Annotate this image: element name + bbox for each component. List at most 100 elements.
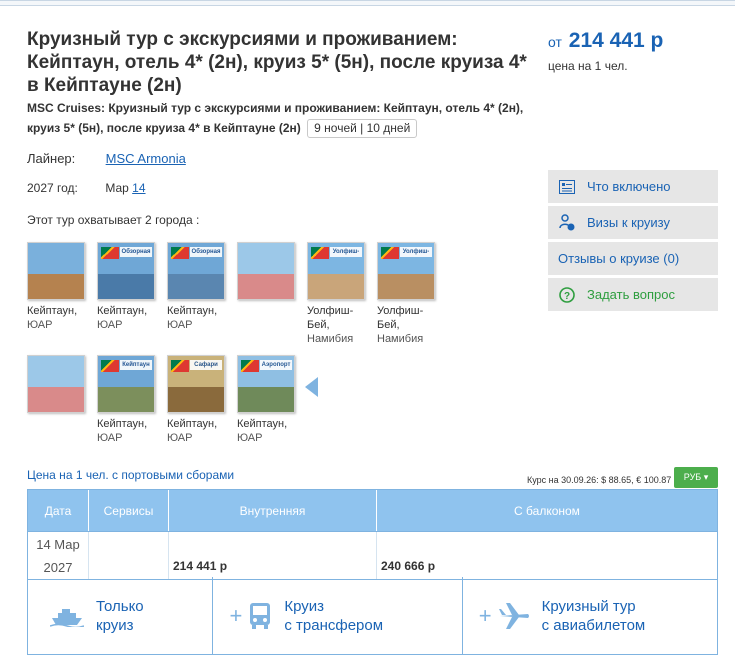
- row-balcony-price[interactable]: 240 666 р: [377, 532, 717, 579]
- gallery-thumbnail[interactable]: Обзорная экск.: [167, 242, 225, 300]
- month-label: Мар: [105, 181, 129, 195]
- currency-select[interactable]: РУБ ▾: [674, 467, 718, 488]
- cruise-visas-button[interactable]: Визы к круизу: [548, 206, 718, 239]
- ship-icon: [50, 608, 84, 627]
- gallery-item[interactable]: Сафари Кейптаун, ЮАР: [167, 355, 233, 445]
- tour-subtitle: MSC Cruises: Круизный тур с экскурсиями …: [27, 98, 527, 138]
- whats-included-label: Что включено: [587, 179, 671, 194]
- thumbnail-ground: [98, 273, 154, 299]
- cruise-only-line2: круиз: [96, 616, 134, 634]
- caption-city: Кейптаун,: [27, 305, 78, 317]
- year-label: 2027 год:: [27, 181, 78, 195]
- liner-row: Лайнер: MSC Armonia: [27, 151, 186, 166]
- caption-country: ЮАР: [167, 432, 193, 444]
- gallery-thumbnail[interactable]: Обзорная экск.: [97, 242, 155, 300]
- booking-options: Только круиз + Круиз с трансфером + Круи…: [27, 577, 718, 655]
- thumbnail-ground: [308, 273, 364, 299]
- gallery-thumbnail[interactable]: Уолфиш-Бей: [307, 242, 365, 300]
- thumbnail-sky: [28, 243, 84, 274]
- exchange-rate-note: Курс на 30.09.26: $ 88.65, € 100.87: [527, 475, 672, 485]
- top-border: [0, 0, 735, 6]
- thumbnail-sky: [238, 243, 294, 274]
- list-icon: [558, 178, 576, 196]
- cruise-transfer-line1: Круиз: [284, 597, 325, 615]
- subtitle-text: MSC Cruises: Круизный тур с экскурсиями …: [27, 101, 524, 135]
- bus-icon: [250, 602, 271, 629]
- cruise-visas-label: Визы к круизу: [587, 215, 670, 230]
- caption-city: Уолфиш-Бей,: [377, 305, 424, 331]
- flag-icon: [171, 247, 189, 259]
- cruise-only-option[interactable]: Только круиз: [28, 577, 214, 654]
- visa-icon: [558, 213, 576, 232]
- gallery-caption: Кейптаун, ЮАР: [167, 417, 233, 445]
- thumbnail-banner: Аэропорт: [260, 360, 292, 370]
- row-date-day: 14 Мар: [36, 536, 80, 552]
- price-line: от 214 441 р: [548, 29, 663, 53]
- price-port-fees-note: Цена на 1 чел. с портовыми сборами: [27, 468, 235, 482]
- gallery-caption: Кейптаун, ЮАР: [237, 417, 303, 445]
- cruise-only-line1: Только: [96, 597, 144, 615]
- thumbnail-ground: [238, 386, 294, 412]
- day-link[interactable]: 14: [132, 181, 145, 195]
- thumbnail-banner: Обзорная экск.: [120, 247, 152, 257]
- cruise-transfer-text: Круиз с трансфером: [284, 597, 383, 635]
- cruise-transfer-option[interactable]: + Круиз с трансфером: [213, 577, 463, 654]
- gallery-item[interactable]: Обзорная экск. Кейптаун, ЮАР: [167, 242, 233, 332]
- thumbnail-ground: [168, 273, 224, 299]
- thumbnail-ground: [378, 273, 434, 299]
- gallery-thumbnail[interactable]: Кейптаун: [97, 355, 155, 413]
- row-date-year: 2027: [43, 559, 73, 575]
- gallery-thumbnail[interactable]: Сафари: [167, 355, 225, 413]
- gallery-thumbnail[interactable]: [237, 242, 295, 300]
- price-block: от 214 441 р цена на 1 чел.: [548, 29, 663, 73]
- gallery-item[interactable]: Кейптаун Кейптаун, ЮАР: [97, 355, 163, 445]
- thumbnail-ground: [28, 273, 84, 299]
- flag-icon: [311, 247, 329, 259]
- gallery-thumbnail[interactable]: Уолфиш-Бей: [377, 242, 435, 300]
- side-buttons: Что включено Визы к круизу Отзывы о круи…: [548, 170, 718, 314]
- caption-country: Намибия: [307, 333, 354, 345]
- cruise-reviews-button[interactable]: Отзывы о круизе (0): [548, 242, 718, 275]
- thumbnail-banner: Уолфиш-Бей: [400, 247, 432, 257]
- gallery-item[interactable]: Уолфиш-Бей Уолфиш-Бей, Намибия: [307, 242, 373, 346]
- row-date: 14 Мар 2027: [28, 532, 89, 579]
- caption-city: Кейптаун,: [97, 305, 148, 317]
- flag-icon: [241, 360, 259, 372]
- gallery-item[interactable]: Уолфиш-Бей Уолфиш-Бей, Намибия: [377, 242, 443, 346]
- caption-city: Кейптаун,: [97, 418, 148, 430]
- date-row: 2027 год: Мар 14: [27, 181, 146, 195]
- gallery-thumbnail[interactable]: [27, 355, 85, 413]
- gallery-caption: Кейптаун, ЮАР: [97, 417, 163, 445]
- caption-country: ЮАР: [27, 319, 53, 331]
- plus-icon: +: [478, 603, 492, 628]
- liner-link[interactable]: MSC Armonia: [106, 151, 186, 166]
- caption-city: Уолфиш-Бей,: [307, 305, 354, 331]
- row-inner-price[interactable]: 214 441 р: [169, 532, 377, 579]
- cruise-flight-option[interactable]: + Круизный тур с авиабилетом: [463, 577, 717, 654]
- gallery-item[interactable]: Обзорная экск. Кейптаун, ЮАР: [97, 242, 163, 332]
- thumbnail-banner: Кейптаун: [120, 360, 152, 370]
- whats-included-button[interactable]: Что включено: [548, 170, 718, 203]
- gallery-prev-arrow-icon[interactable]: [305, 377, 318, 397]
- thumbnail-ground: [168, 386, 224, 412]
- thumbnail-banner: Сафари: [190, 360, 222, 370]
- thumbnail-banner: Уолфиш-Бей: [330, 247, 362, 257]
- gallery-item[interactable]: [237, 242, 303, 304]
- ask-question-button[interactable]: ? Задать вопрос: [548, 278, 718, 311]
- price-per-person-note: цена на 1 чел.: [548, 59, 628, 73]
- gallery-thumbnail[interactable]: [27, 242, 85, 300]
- header-date: Дата: [28, 490, 89, 531]
- row-services: [89, 532, 169, 579]
- price-amount: 214 441 р: [568, 29, 664, 52]
- cruise-flight-text: Круизный тур с авиабилетом: [542, 597, 646, 635]
- gallery-item[interactable]: [27, 355, 93, 417]
- gallery-item[interactable]: Кейптаун, ЮАР: [27, 242, 93, 332]
- gallery-caption: Кейптаун, ЮАР: [97, 304, 163, 332]
- thumbnail-sky: [28, 356, 84, 387]
- table-header: Дата Сервисы Внутренняя С балконом: [28, 490, 717, 531]
- gallery-thumbnail[interactable]: Аэропорт: [237, 355, 295, 413]
- liner-label: Лайнер:: [27, 151, 76, 166]
- gallery-item[interactable]: Аэропорт Кейптаун, ЮАР: [237, 355, 303, 445]
- gallery-caption: Кейптаун, ЮАР: [167, 304, 233, 332]
- flag-icon: [101, 360, 119, 372]
